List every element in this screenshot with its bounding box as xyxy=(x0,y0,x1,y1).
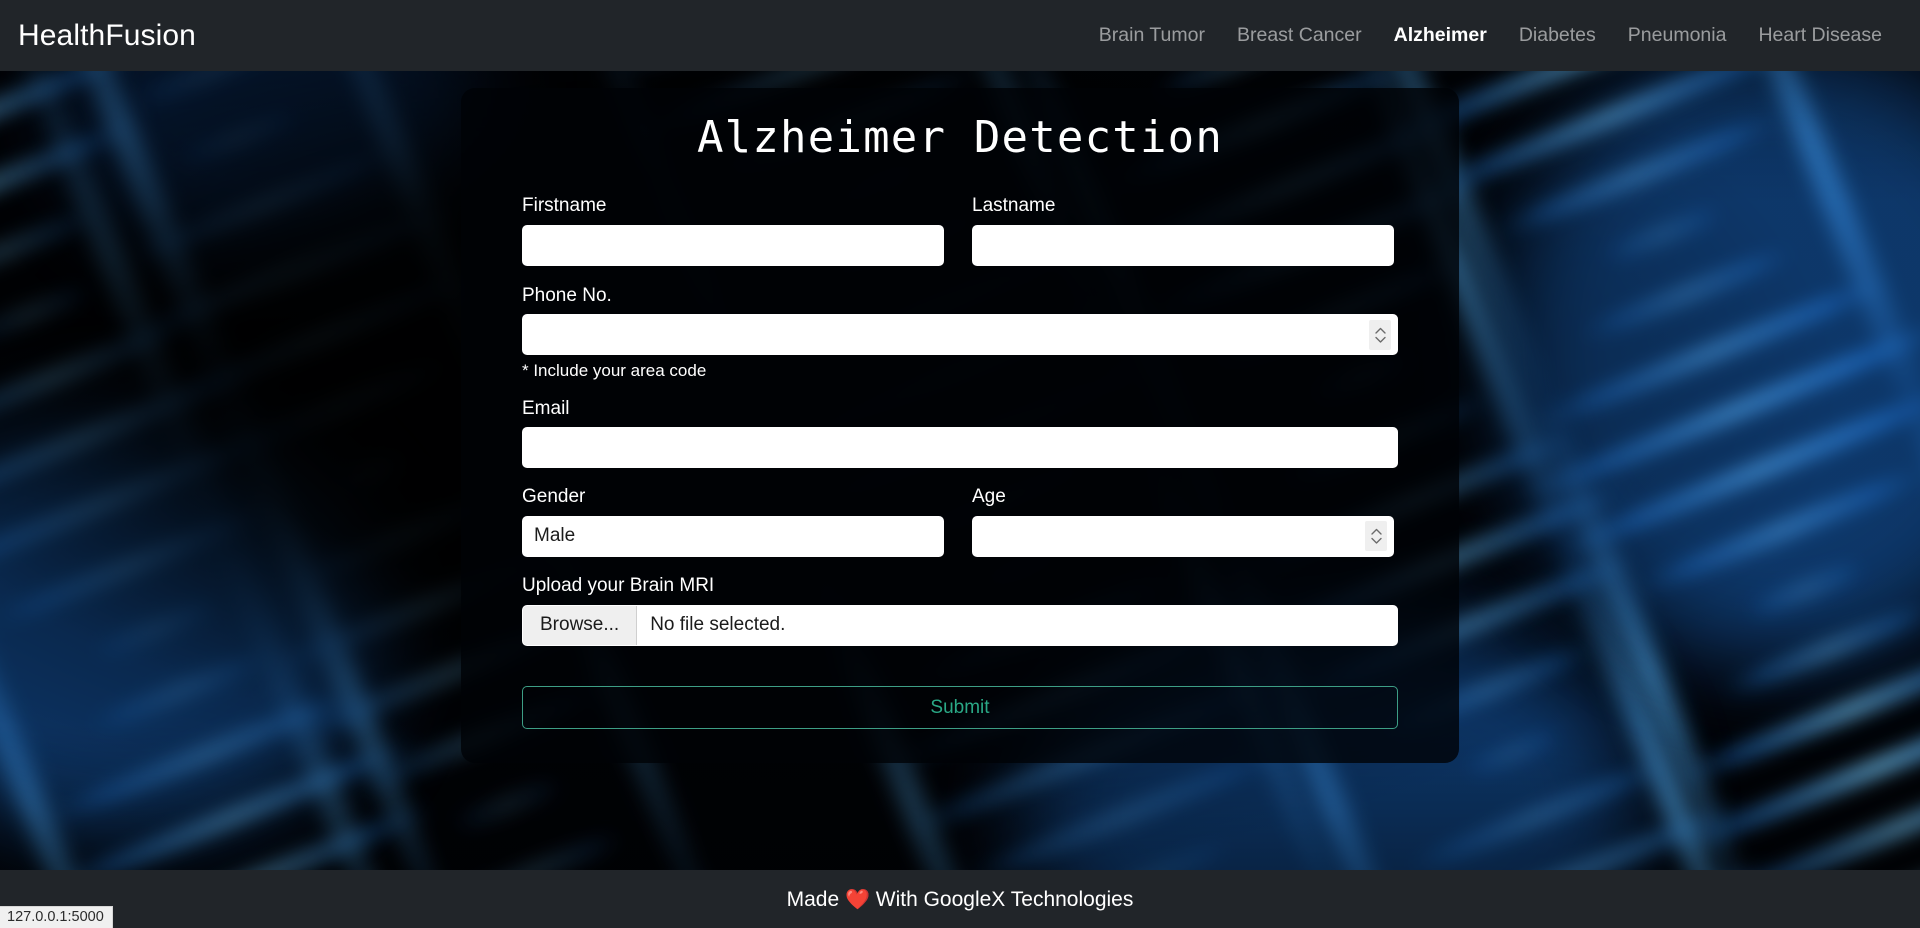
age-stepper[interactable] xyxy=(1365,521,1387,552)
nav-links: Brain Tumor Breast Cancer Alzheimer Diabete… xyxy=(1083,24,1898,47)
footer-text: Made ❤️ With GoogleX Technologies xyxy=(787,887,1134,912)
upload-label: Upload your Brain MRI xyxy=(522,574,715,596)
status-bar-url: 127.0.0.1:5000 xyxy=(0,906,113,928)
nav-link-pneumonia[interactable]: Pneumonia xyxy=(1612,24,1743,47)
age-input[interactable] xyxy=(972,515,1394,557)
phone-input-wrap xyxy=(522,314,1398,356)
field-email: Email xyxy=(522,395,1398,469)
phone-label: Phone No. xyxy=(522,284,612,306)
phone-stepper[interactable] xyxy=(1369,319,1391,350)
phone-input[interactable] xyxy=(522,314,1398,356)
nav-link-brain-tumor[interactable]: Brain Tumor xyxy=(1083,24,1221,47)
email-label: Email xyxy=(522,397,570,419)
alzheimer-detection-card: Alzheimer Detection Firstname Lastname P… xyxy=(461,88,1459,763)
footer-made-text: Made xyxy=(786,887,840,911)
chevron-down-icon xyxy=(1370,538,1382,545)
name-row: Firstname Lastname xyxy=(522,192,1398,266)
chevron-up-icon xyxy=(1370,529,1382,536)
brand-logo[interactable]: HealthFusion xyxy=(18,19,196,53)
lastname-input[interactable] xyxy=(972,224,1394,266)
field-phone: Phone No. * Include your area code xyxy=(522,282,1398,383)
browse-button[interactable]: Browse... xyxy=(523,605,638,645)
field-upload: Upload your Brain MRI Browse... No file … xyxy=(522,572,1398,646)
gender-age-row: Gender Age xyxy=(522,483,1398,557)
nav-link-alzheimer[interactable]: Alzheimer xyxy=(1378,24,1503,47)
field-lastname: Lastname xyxy=(972,192,1394,266)
heart-icon: ❤️ xyxy=(845,888,870,911)
gender-select[interactable] xyxy=(522,515,944,557)
footer-with-text: With GoogleX Technologies xyxy=(875,887,1134,911)
footer: Made ❤️ With GoogleX Technologies xyxy=(0,870,1920,928)
chevron-down-icon xyxy=(1374,336,1386,343)
field-firstname: Firstname xyxy=(522,192,944,266)
page-title: Alzheimer Detection xyxy=(696,112,1224,163)
navbar: HealthFusion Brain Tumor Breast Cancer Alz… xyxy=(0,0,1920,71)
firstname-label: Firstname xyxy=(522,195,607,216)
detection-form: Firstname Lastname Phone No. * Include y… xyxy=(461,165,1459,729)
firstname-input[interactable] xyxy=(522,224,944,266)
chevron-up-icon xyxy=(1374,327,1386,334)
age-input-wrap xyxy=(972,515,1394,557)
field-age: Age xyxy=(972,483,1394,557)
lastname-label: Lastname xyxy=(972,195,1056,216)
nav-link-breast-cancer[interactable]: Breast Cancer xyxy=(1221,24,1378,47)
file-input[interactable]: Browse... No file selected. xyxy=(522,604,1398,646)
nav-link-diabetes[interactable]: Diabetes xyxy=(1503,24,1612,47)
phone-hint: * Include your area code xyxy=(522,361,707,381)
age-label: Age xyxy=(972,486,1006,508)
submit-button[interactable]: Submit xyxy=(522,685,1398,729)
file-status-text: No file selected. xyxy=(650,614,786,636)
nav-link-heart-disease[interactable]: Heart Disease xyxy=(1742,24,1898,47)
field-gender: Gender xyxy=(522,483,944,557)
gender-label: Gender xyxy=(522,486,586,508)
email-input[interactable] xyxy=(522,427,1398,469)
